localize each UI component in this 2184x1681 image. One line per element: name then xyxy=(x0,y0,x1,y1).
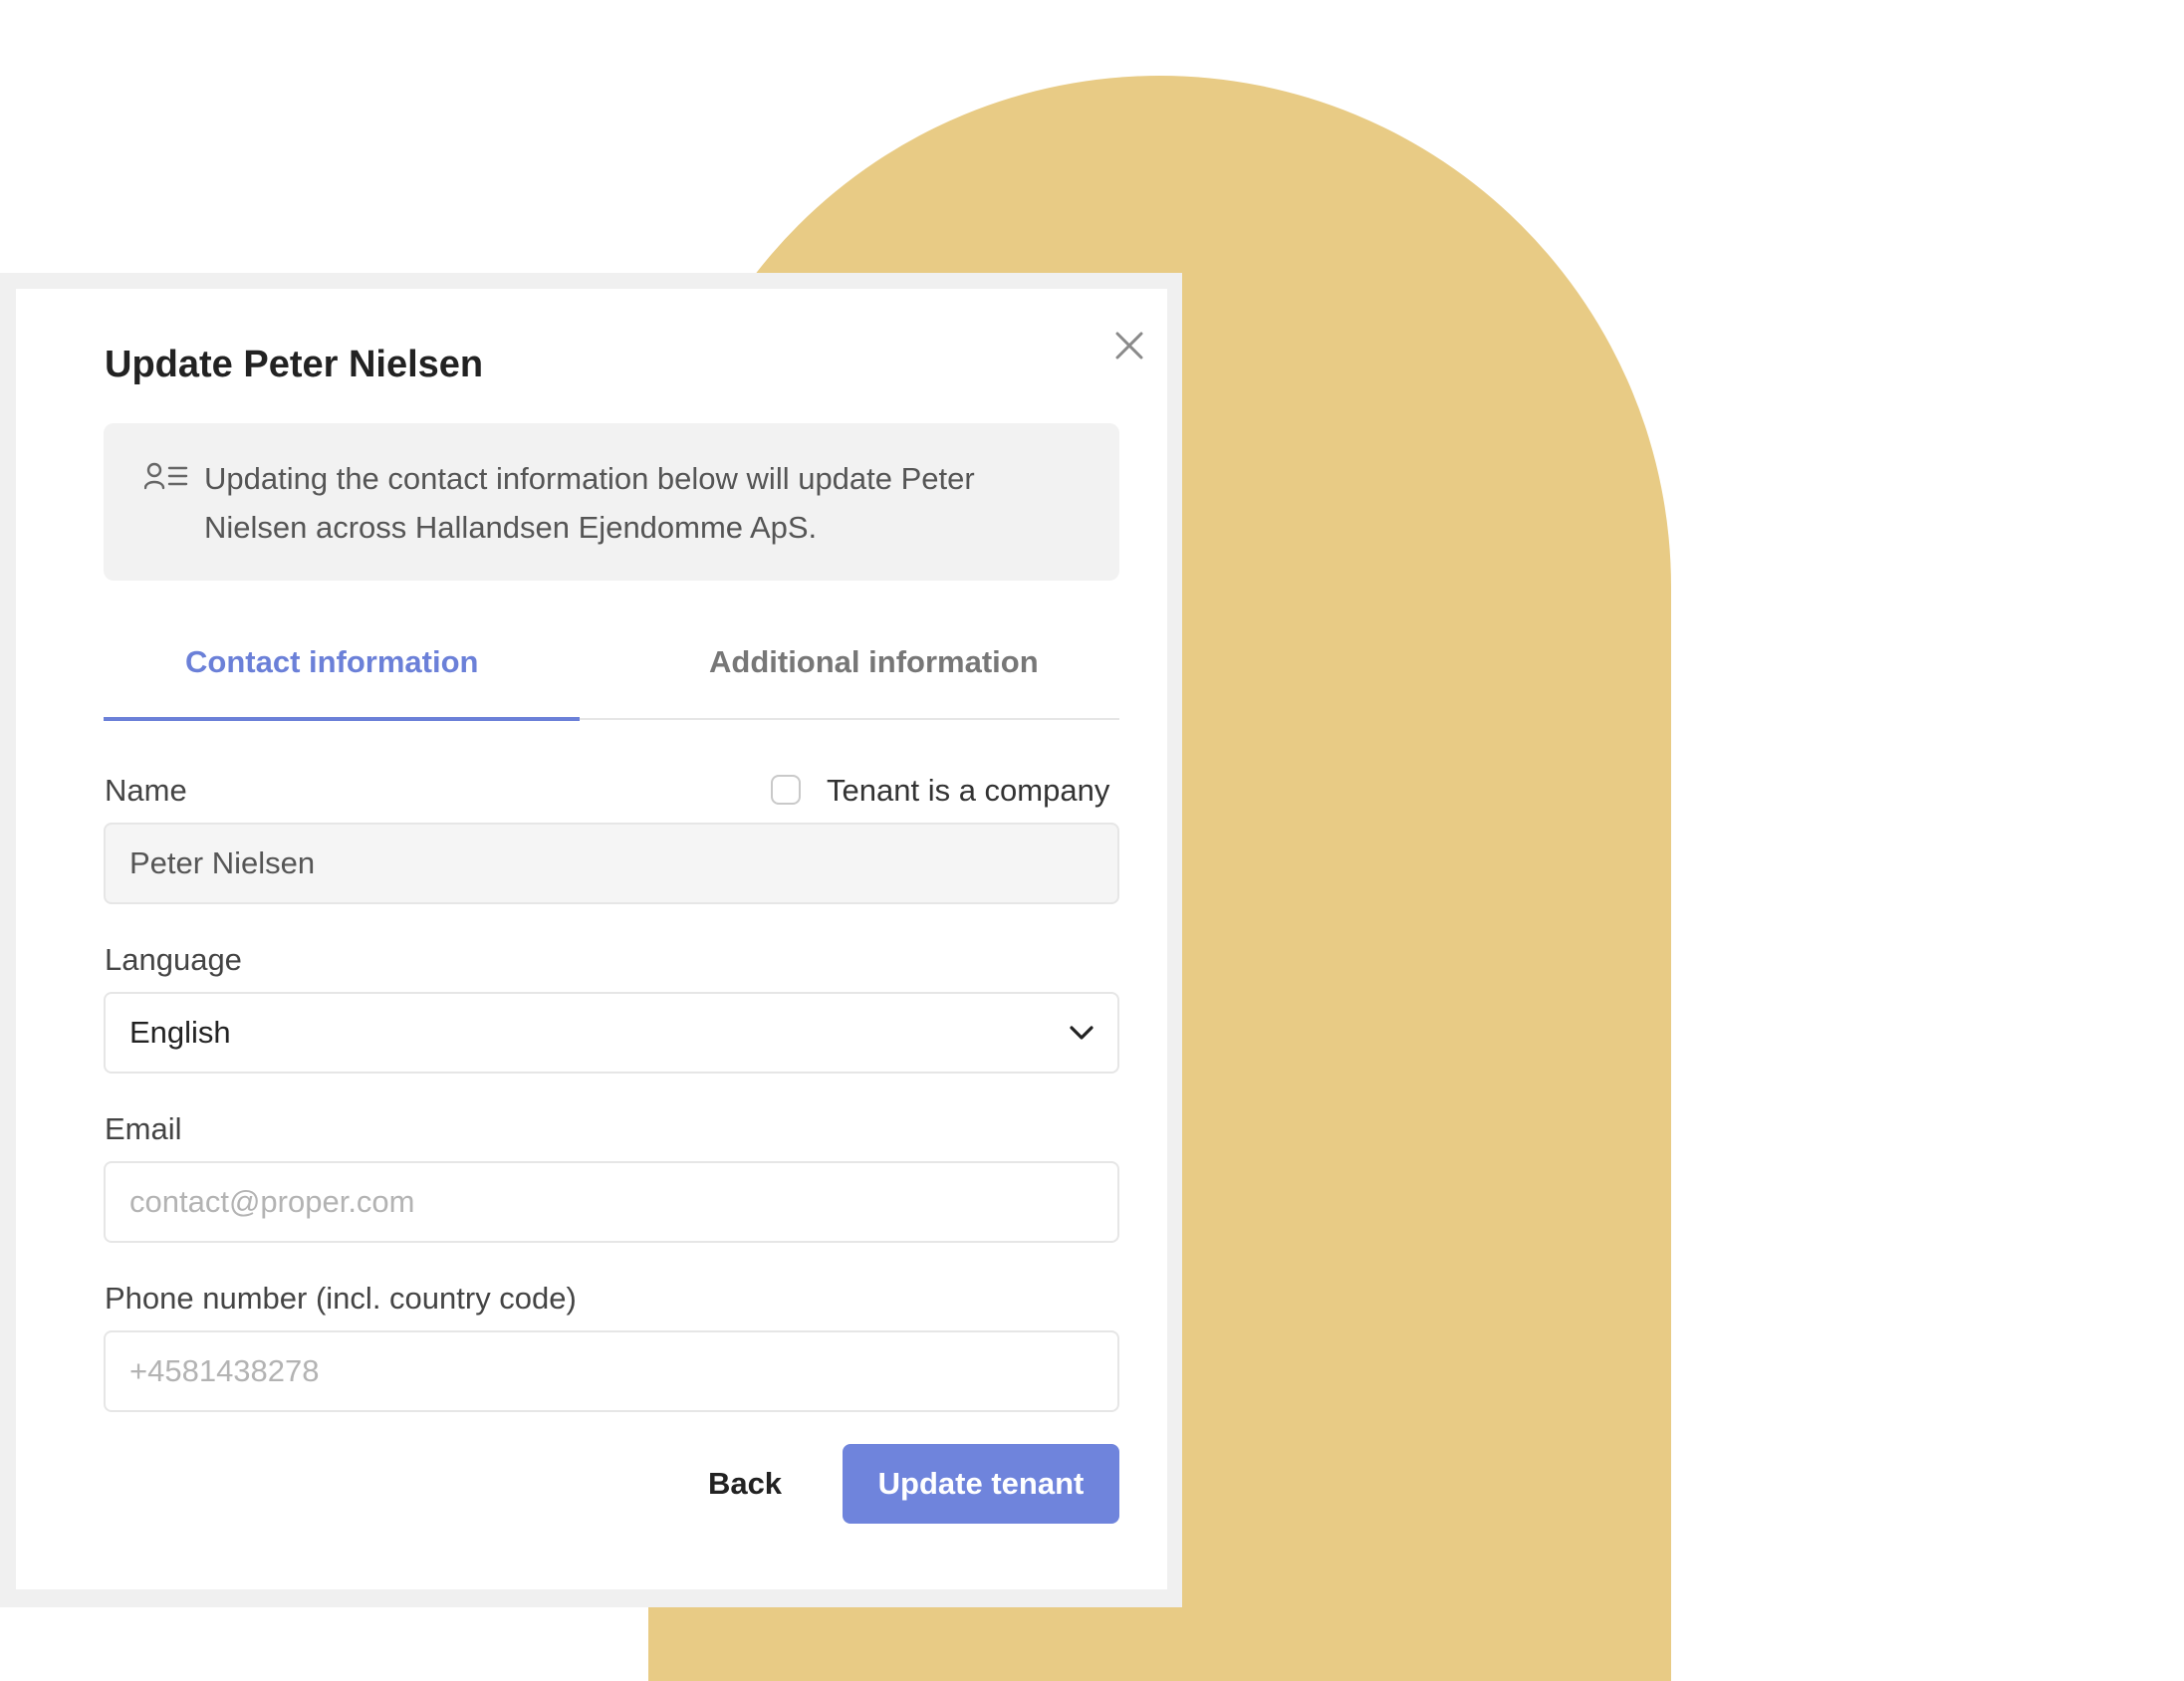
language-selected-value: English xyxy=(129,1015,231,1050)
language-label: Language xyxy=(105,942,242,977)
update-tenant-button[interactable]: Update tenant xyxy=(843,1444,1119,1524)
tenant-is-company-checkbox[interactable] xyxy=(771,775,801,805)
phone-input[interactable] xyxy=(104,1330,1119,1412)
close-icon xyxy=(1115,332,1143,360)
tenant-is-company-label[interactable]: Tenant is a company xyxy=(827,771,1109,811)
name-label: Name xyxy=(105,773,187,808)
modal-title: Update Peter Nielsen xyxy=(105,344,484,385)
language-select[interactable]: English xyxy=(104,992,1119,1074)
back-button[interactable]: Back xyxy=(685,1444,805,1524)
tab-contact-information[interactable]: Contact information xyxy=(185,637,479,687)
close-button[interactable] xyxy=(1111,328,1147,363)
contact-list-icon xyxy=(143,462,188,490)
email-label: Email xyxy=(105,1111,182,1146)
chevron-down-icon xyxy=(1070,1026,1093,1040)
notice-text: Updating the contact information below w… xyxy=(204,461,975,545)
tab-additional-information[interactable]: Additional information xyxy=(709,637,1039,687)
phone-label: Phone number (incl. country code) xyxy=(105,1281,577,1316)
email-input[interactable] xyxy=(104,1161,1119,1243)
name-input[interactable] xyxy=(104,823,1119,904)
active-tab-indicator xyxy=(104,717,580,721)
